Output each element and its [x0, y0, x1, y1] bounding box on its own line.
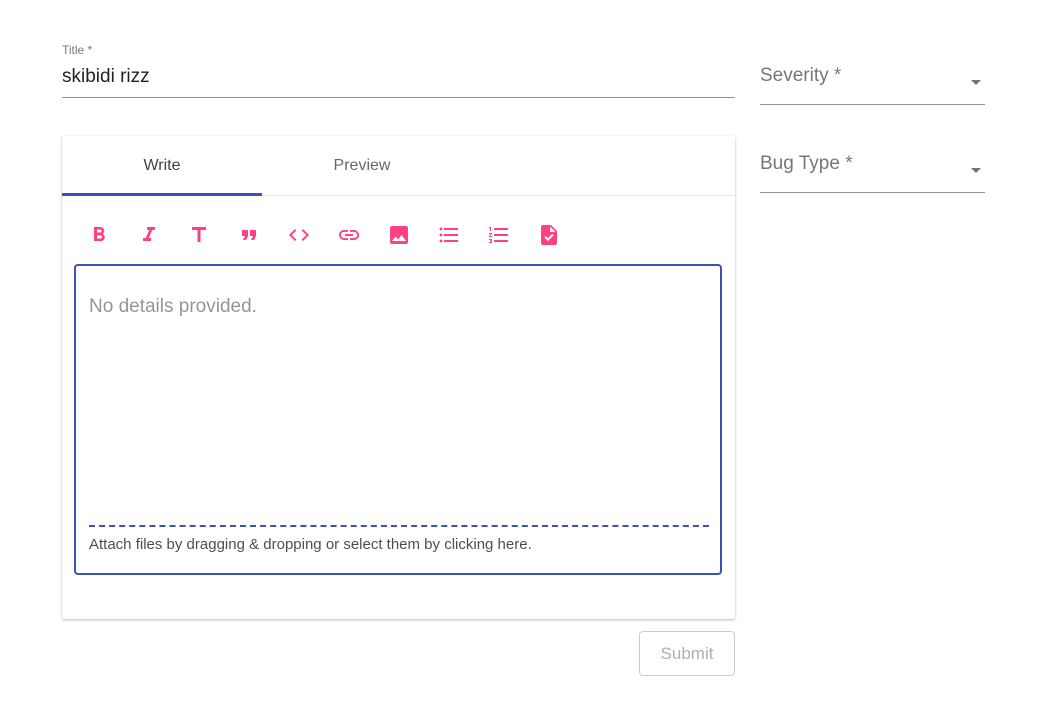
chevron-down-icon	[971, 168, 981, 173]
tab-indicator	[62, 193, 262, 196]
markdown-editor: Write Preview No details provided. Attac…	[62, 136, 735, 619]
link-button[interactable]	[336, 222, 362, 248]
image-button[interactable]	[386, 222, 412, 248]
italic-icon	[143, 227, 155, 241]
quote-button[interactable]	[236, 222, 262, 248]
editor-tabs: Write Preview	[62, 136, 735, 196]
task-list-button[interactable]	[536, 222, 562, 248]
quote-icon	[242, 230, 256, 240]
italic-button[interactable]	[136, 222, 162, 248]
details-placeholder: No details provided.	[89, 296, 257, 317]
bug-type-underline	[760, 192, 985, 193]
bulleted-list-button[interactable]	[436, 222, 462, 248]
numbered-list-button[interactable]	[486, 222, 512, 248]
numbered-list-icon	[489, 227, 508, 243]
title-label: Title *	[62, 43, 93, 57]
header-button[interactable]	[186, 222, 212, 248]
attach-files-link[interactable]: Attach files by dragging & dropping or s…	[89, 536, 532, 553]
attach-divider	[89, 525, 709, 527]
title-input[interactable]: skibidi rizz	[62, 66, 150, 88]
severity-underline	[760, 104, 985, 105]
severity-select[interactable]: Severity *	[760, 65, 985, 105]
chevron-down-icon	[971, 80, 981, 85]
submit-button[interactable]: Submit	[639, 631, 735, 676]
tab-preview[interactable]: Preview	[262, 136, 462, 196]
bold-button[interactable]	[86, 222, 112, 248]
severity-label: Severity *	[760, 65, 842, 86]
header-icon	[192, 227, 206, 242]
link-icon	[339, 230, 359, 240]
code-icon	[289, 229, 309, 241]
image-icon	[390, 226, 408, 244]
bug-type-label: Bug Type *	[760, 153, 853, 174]
title-field[interactable]: Title * skibidi rizz	[62, 40, 735, 98]
bug-type-select[interactable]: Bug Type *	[760, 153, 985, 193]
bulleted-list-icon	[439, 227, 458, 243]
task-list-icon	[541, 225, 557, 245]
details-textarea[interactable]: No details provided. Attach files by dra…	[74, 264, 722, 575]
tab-write[interactable]: Write	[62, 136, 262, 196]
title-underline	[62, 97, 735, 98]
bold-icon	[94, 227, 105, 241]
code-button[interactable]	[286, 222, 312, 248]
